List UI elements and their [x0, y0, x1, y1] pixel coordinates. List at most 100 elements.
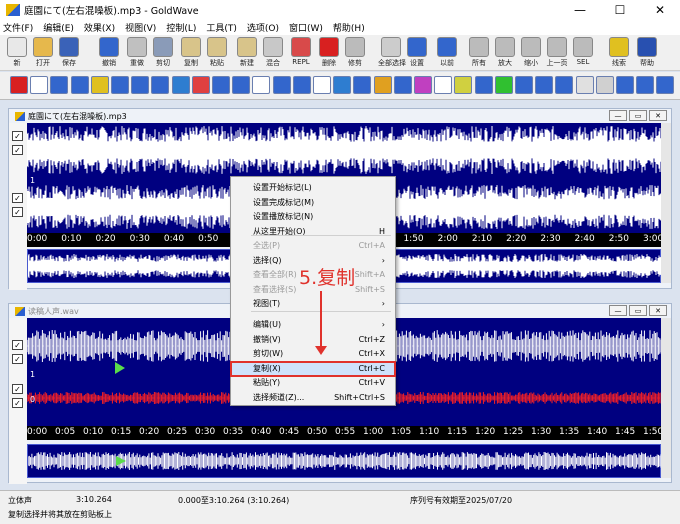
context-menu-item-13[interactable]: 粘贴(Y) Ctrl+V: [231, 376, 395, 390]
menu-item-3[interactable]: 视图(V): [125, 21, 156, 34]
doc1-maximize-button[interactable]: ▭: [629, 110, 647, 121]
timeline-tick: 0:20: [139, 427, 160, 437]
left-channel-checkbox-2[interactable]: ✓: [12, 354, 23, 364]
context-menu-item-12[interactable]: 复制(X) Ctrl+C: [230, 360, 396, 377]
toolbar-replace-button[interactable]: REPL: [288, 37, 314, 69]
effect-tool-icon[interactable]: [616, 76, 634, 94]
effect-tool-icon[interactable]: [171, 76, 190, 94]
toolbar-copy-button[interactable]: 复制: [178, 37, 204, 69]
vertical-scrollbar-1[interactable]: [661, 123, 671, 283]
effect-tool-icon[interactable]: [595, 76, 614, 94]
maximize-button[interactable]: ☐: [600, 0, 640, 20]
menu-item-1[interactable]: 编辑(E): [43, 21, 74, 34]
effect-tool-icon[interactable]: [333, 76, 352, 94]
effect-tool-icon[interactable]: [10, 76, 28, 94]
effect-tool-icon[interactable]: [272, 76, 291, 94]
right-channel-checkbox-2[interactable]: ✓: [12, 207, 23, 217]
overview-bar-2[interactable]: [27, 444, 662, 478]
toolbar-paste-new-button[interactable]: 新建: [234, 37, 260, 69]
effect-tool-icon[interactable]: [111, 76, 129, 94]
toolbar-prev-page-button[interactable]: 上一页: [544, 37, 570, 69]
effect-tool-icon[interactable]: [30, 76, 49, 94]
toolbar-mix-button[interactable]: 混合: [260, 37, 286, 69]
menu-item-5[interactable]: 工具(T): [206, 21, 237, 34]
toolbar-paste-button[interactable]: 粘贴: [204, 37, 230, 69]
effect-tool-icon[interactable]: [232, 76, 251, 94]
effect-tool-icon[interactable]: [454, 76, 473, 94]
effect-tool-icon[interactable]: [151, 76, 170, 94]
effect-tool-icon[interactable]: [353, 76, 372, 94]
context-menu-item-2[interactable]: 设置播放标记(N): [231, 210, 395, 224]
effect-tool-icon[interactable]: [636, 76, 655, 94]
doc2-maximize-button[interactable]: ▭: [629, 305, 647, 316]
toolbar-cue-button[interactable]: 线索: [606, 37, 632, 69]
context-menu-item-11[interactable]: 剪切(W) Ctrl+X: [231, 347, 395, 361]
menu-item-7[interactable]: 窗口(W): [289, 21, 323, 34]
toolbar-new-file-button[interactable]: 新: [4, 37, 30, 69]
menu-item-2[interactable]: 效果(X): [84, 21, 115, 34]
effect-tool-icon[interactable]: [70, 76, 89, 94]
toolbar-zoom-all-button[interactable]: 所有: [466, 37, 492, 69]
effect-tool-icon[interactable]: [313, 76, 331, 94]
minimize-button[interactable]: —: [560, 0, 600, 20]
toolbar-undo-button[interactable]: 撤销: [96, 37, 122, 69]
menu-item-4[interactable]: 控制(L): [166, 21, 196, 34]
context-menu-item-1[interactable]: 设置完成标记(M): [231, 196, 395, 210]
doc2-close-button[interactable]: ✕: [649, 305, 667, 316]
menu-item-6[interactable]: 选项(O): [247, 21, 279, 34]
close-button[interactable]: ✕: [640, 0, 680, 20]
context-menu-item-8[interactable]: 视图(T) ›: [231, 297, 395, 311]
toolbar-redo-button[interactable]: 重做: [124, 37, 150, 69]
context-menu-item-9[interactable]: 编辑(U) ›: [231, 318, 395, 332]
effect-tool-icon[interactable]: [656, 76, 675, 94]
toolbar-delete-button[interactable]: 删除: [316, 37, 342, 69]
left-channel-checkbox-2[interactable]: ✓: [12, 145, 23, 155]
toolbar-zoom-in-button[interactable]: 放大: [492, 37, 518, 69]
context-menu-item-10[interactable]: 撤销(V) Ctrl+Z: [231, 333, 395, 347]
menu-item-8[interactable]: 帮助(H): [333, 21, 365, 34]
left-channel-checkbox[interactable]: ✓: [12, 340, 23, 350]
effect-tool-icon[interactable]: [494, 76, 513, 94]
effect-tool-icon[interactable]: [212, 76, 230, 94]
effect-tool-icon[interactable]: [373, 76, 392, 94]
context-menu-item-0[interactable]: 设置开始标记(L): [231, 181, 395, 195]
toolbar-trim-button[interactable]: 修剪: [342, 37, 368, 69]
right-channel-checkbox[interactable]: ✓: [12, 193, 23, 203]
context-menu-item-3[interactable]: 从这里开始(O) H: [231, 225, 395, 239]
effect-tool-icon[interactable]: [252, 76, 271, 94]
effect-tool-icon[interactable]: [434, 76, 453, 94]
right-channel-checkbox[interactable]: ✓: [12, 384, 23, 394]
toolbar-save-disk-button[interactable]: 保存: [56, 37, 82, 69]
doc2-minimize-button[interactable]: —: [609, 305, 627, 316]
toolbar-zoom-out-button[interactable]: 缩小: [518, 37, 544, 69]
toolbar-open-folder-button[interactable]: 打开: [30, 37, 56, 69]
effect-tool-icon[interactable]: [131, 76, 150, 94]
toolbar-zoom-selection-button[interactable]: SEL: [570, 37, 596, 69]
toolbar-previous-button[interactable]: 以前: [434, 37, 460, 69]
play-marker-icon[interactable]: [115, 362, 125, 374]
effect-tool-icon[interactable]: [515, 76, 533, 94]
toolbar-set-button[interactable]: 设置: [404, 37, 430, 69]
effect-tool-icon[interactable]: [50, 76, 69, 94]
effect-tool-icon[interactable]: [191, 76, 210, 94]
effect-tool-icon[interactable]: [575, 76, 594, 94]
toolbar-select-all-button[interactable]: 全部选择: [378, 37, 406, 69]
context-menu-item-4[interactable]: 全选(P) Ctrl+A: [231, 239, 395, 253]
menu-item-0[interactable]: 文件(F): [3, 21, 33, 34]
effect-tool-icon[interactable]: [555, 76, 574, 94]
doc1-minimize-button[interactable]: —: [609, 110, 627, 121]
doc1-close-button[interactable]: ✕: [649, 110, 667, 121]
toolbar-help-button[interactable]: 帮助: [634, 37, 660, 69]
effect-tool-icon[interactable]: [414, 76, 432, 94]
left-channel-checkbox[interactable]: ✓: [12, 131, 23, 141]
effect-tool-icon[interactable]: [474, 76, 493, 94]
paste-new-icon: [237, 37, 257, 57]
right-channel-checkbox-2[interactable]: ✓: [12, 398, 23, 408]
effect-tool-icon[interactable]: [393, 76, 412, 94]
effect-tool-icon[interactable]: [535, 76, 554, 94]
context-menu-item-14[interactable]: 选择频道(Z)... Shift+Ctrl+S: [231, 391, 395, 405]
effect-tool-icon[interactable]: [292, 76, 311, 94]
vertical-scrollbar-2[interactable]: [661, 318, 671, 478]
toolbar-cut-button[interactable]: 剪切: [150, 37, 176, 69]
effect-tool-icon[interactable]: [90, 76, 109, 94]
